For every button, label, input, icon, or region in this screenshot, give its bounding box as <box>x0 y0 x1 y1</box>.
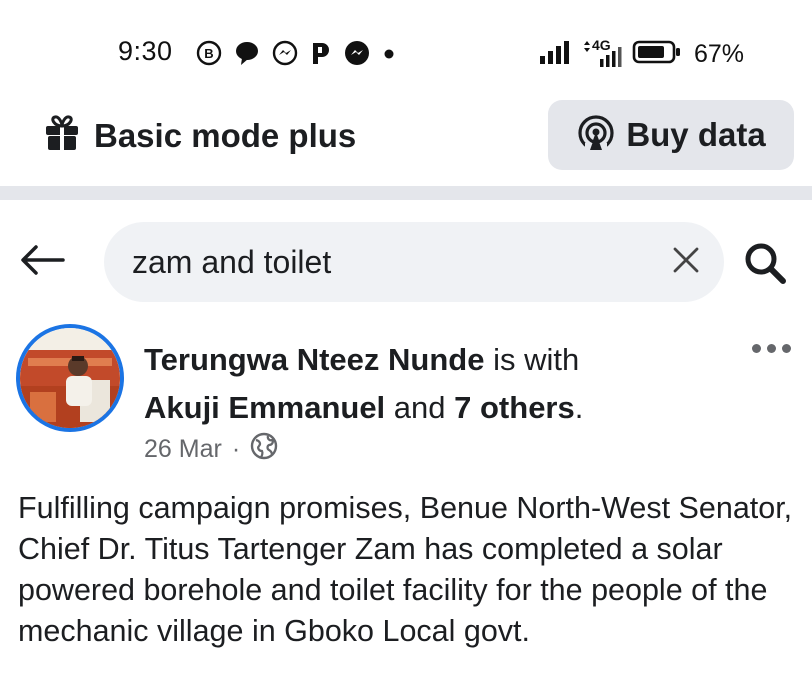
tagged-person[interactable]: Akuji Emmanuel <box>144 390 385 425</box>
globe-icon <box>250 432 278 467</box>
post-more-button[interactable] <box>752 344 791 353</box>
meta-separator: · <box>231 435 241 463</box>
notification-icons: B <box>196 40 396 66</box>
search-bar <box>104 222 724 302</box>
post-date[interactable]: 26 Mar <box>144 435 222 464</box>
period-text: . <box>574 390 584 425</box>
signal-icon <box>538 38 574 71</box>
mode-bar: Basic mode plus Buy data <box>0 98 812 176</box>
dot-icon <box>382 40 396 66</box>
buy-data-button[interactable]: Buy data <box>548 100 794 170</box>
status-bar: 9:30 B 4G 67% <box>0 0 812 108</box>
post-header: Terungwa Nteez Nunde is with Akuji Emman… <box>144 336 704 432</box>
search-icon <box>743 241 787 290</box>
battery-percentage: 67% <box>694 40 745 68</box>
messenger-icon <box>272 40 298 66</box>
with-text: is with <box>484 342 580 377</box>
post-text: Fulfilling campaign promises, Benue Nort… <box>18 491 793 648</box>
svg-text:B: B <box>204 46 213 61</box>
back-arrow-icon <box>19 244 65 281</box>
bbm-icon: B <box>196 40 222 66</box>
search-input[interactable] <box>132 222 652 302</box>
clear-search-button[interactable] <box>668 244 704 280</box>
close-icon <box>672 246 700 279</box>
author-name[interactable]: Terungwa Nteez Nunde <box>144 342 484 377</box>
buy-data-label: Buy data <box>626 116 766 153</box>
others-link[interactable]: 7 others <box>454 390 575 425</box>
messenger-icon <box>344 40 370 66</box>
chat-bubble-icon <box>234 40 260 66</box>
back-button[interactable] <box>18 242 66 282</box>
search-button[interactable] <box>738 240 792 290</box>
more-options-icon <box>752 344 791 353</box>
mode-title: Basic mode plus <box>94 116 357 154</box>
section-divider <box>0 186 812 200</box>
network-type: 4G <box>592 36 611 53</box>
basic-mode-plus[interactable]: Basic mode plus <box>44 114 356 157</box>
p-icon <box>310 40 332 66</box>
and-text: and <box>385 390 455 425</box>
author-avatar[interactable] <box>16 324 124 432</box>
battery-icon <box>632 38 682 71</box>
post-meta: 26 Mar · <box>144 432 278 467</box>
system-status: 4G 67% <box>538 36 745 71</box>
network-4g-icon: 4G <box>582 36 624 71</box>
status-time: 9:30 <box>118 36 173 66</box>
gift-icon <box>44 114 80 157</box>
broadcast-icon <box>576 113 616 158</box>
